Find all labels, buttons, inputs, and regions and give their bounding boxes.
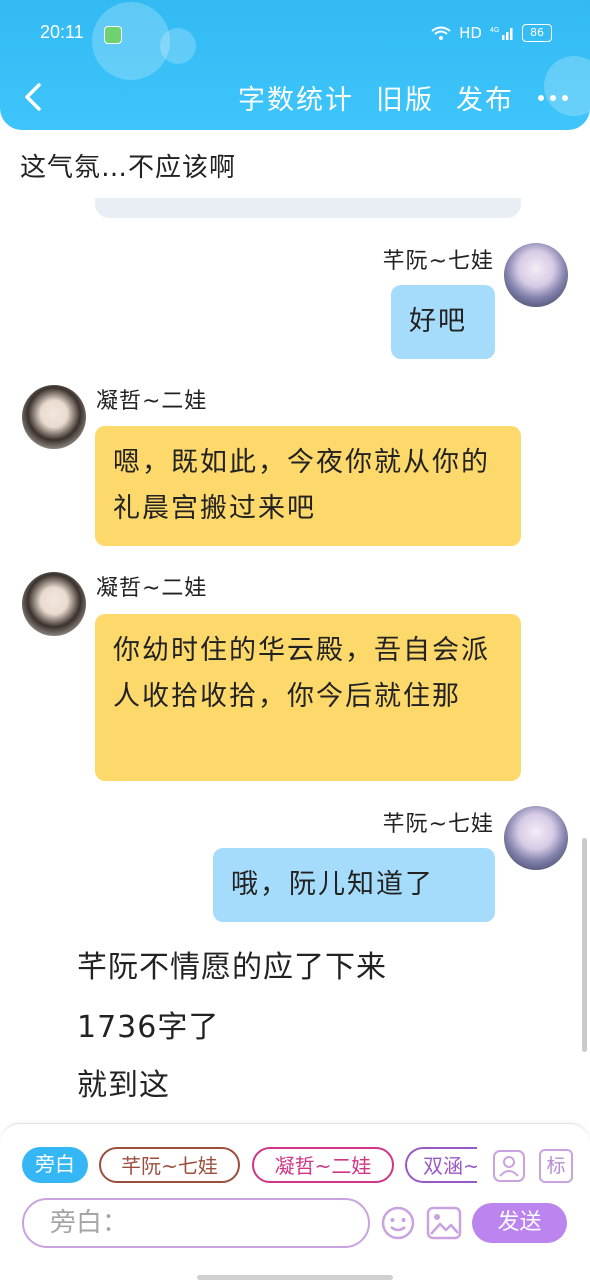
header-actions: 字数统计 旧版 发布 bbox=[238, 78, 570, 117]
emoji-icon[interactable] bbox=[380, 1205, 416, 1241]
word-count-button[interactable]: 字数统计 bbox=[238, 78, 354, 117]
message-input[interactable]: 旁白： bbox=[22, 1198, 370, 1248]
narration-text: 芊阮不情愿的应了下来 bbox=[77, 950, 387, 985]
narration-text: 这气氛…不应该啊 bbox=[20, 153, 237, 183]
role-chip-character[interactable]: 芊阮~七娃 bbox=[99, 1147, 240, 1183]
signal-label: 4G bbox=[490, 27, 499, 34]
send-button[interactable]: 发送 bbox=[472, 1203, 567, 1243]
avatar[interactable] bbox=[504, 806, 568, 870]
narration-text: 就到这 bbox=[77, 1068, 170, 1103]
message-bubble[interactable]: 哦，阮儿知道了 bbox=[213, 848, 495, 922]
top-bar: 20:11 HD 4G 86 字数统计 旧版 发布 bbox=[0, 0, 590, 130]
sender-name: 芊阮~七娃 bbox=[382, 812, 494, 837]
role-chip-narration[interactable]: 旁白 bbox=[22, 1147, 88, 1183]
wifi-icon bbox=[431, 26, 451, 40]
publish-button[interactable]: 发布 bbox=[456, 78, 514, 117]
old-version-button[interactable]: 旧版 bbox=[376, 78, 434, 117]
sender-name: 芊阮~七娃 bbox=[382, 249, 494, 274]
scrollbar[interactable] bbox=[582, 838, 587, 1052]
more-icon[interactable] bbox=[536, 91, 570, 105]
battery-icon: 86 bbox=[522, 24, 552, 42]
message-bubble[interactable]: 你幼时住的华云殿，吾自会派人收拾收拾，你今后就住那 bbox=[95, 614, 521, 781]
message-bubble[interactable]: 好吧 bbox=[391, 285, 495, 359]
image-icon[interactable] bbox=[426, 1206, 462, 1240]
avatar[interactable] bbox=[504, 243, 568, 307]
status-time: 20:11 bbox=[40, 22, 84, 42]
person-icon[interactable] bbox=[492, 1149, 526, 1183]
narration-text: 1736字了 bbox=[77, 1010, 220, 1045]
back-icon[interactable] bbox=[22, 82, 44, 112]
message-bubble[interactable]: 嗯，既如此，今夜你就从你的礼晨宫搬过来吧 bbox=[95, 426, 521, 546]
role-chip-character[interactable]: 双涵~ bbox=[405, 1147, 477, 1183]
notification-icon bbox=[104, 26, 122, 44]
sender-name: 凝哲~二娃 bbox=[96, 576, 208, 601]
role-chip-character[interactable]: 凝哲~二娃 bbox=[252, 1147, 394, 1183]
card-bottom bbox=[95, 198, 521, 218]
decor-bubble bbox=[160, 28, 196, 64]
avatar[interactable] bbox=[22, 385, 86, 449]
avatar[interactable] bbox=[22, 572, 86, 636]
sender-name: 凝哲~二娃 bbox=[96, 389, 208, 414]
network-type: HD bbox=[459, 24, 482, 42]
signal-icon: 4G bbox=[490, 27, 513, 40]
home-indicator[interactable] bbox=[197, 1275, 393, 1280]
tag-icon[interactable]: 标 bbox=[539, 1149, 573, 1183]
status-icons: HD 4G 86 bbox=[431, 24, 552, 42]
